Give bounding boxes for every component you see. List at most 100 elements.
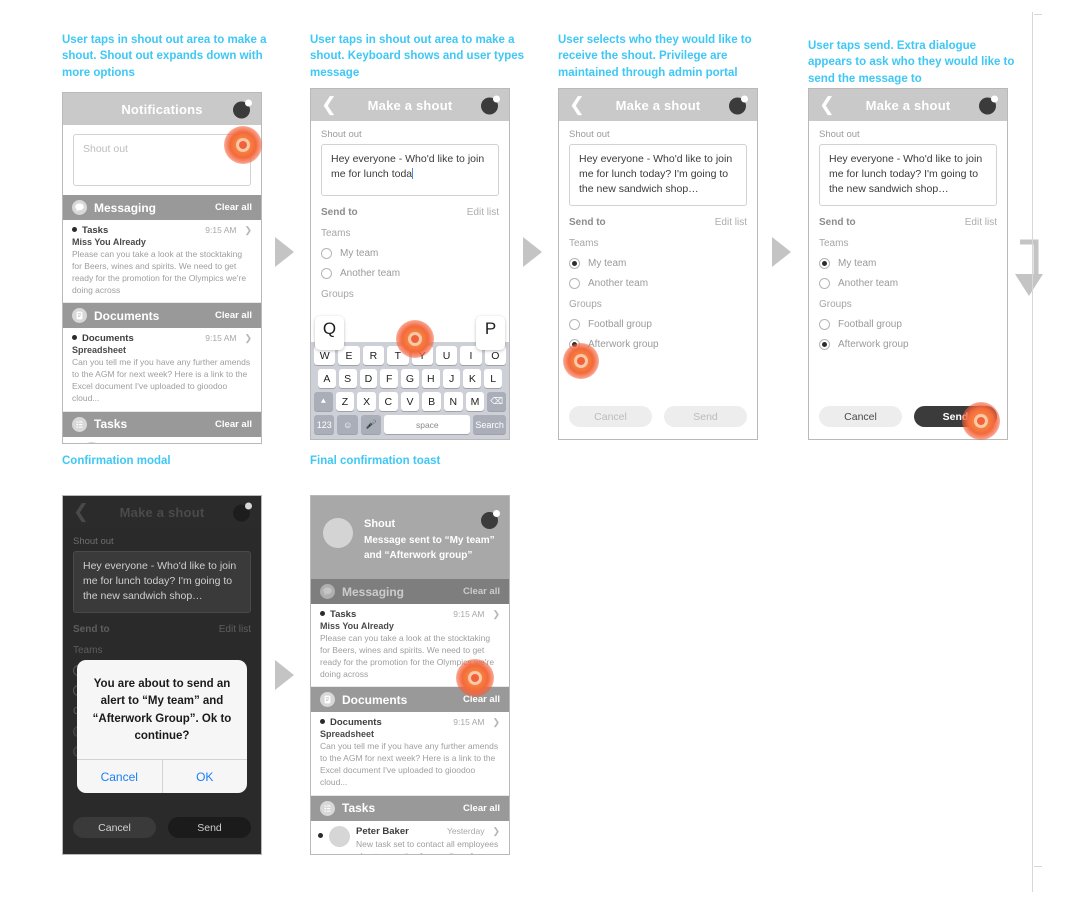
notification-row[interactable]: Documents 9:15 AM ❯ Spreadsheet Can you …	[63, 328, 261, 412]
modal-ok-button[interactable]: OK	[161, 760, 248, 793]
key-m[interactable]: M	[465, 392, 485, 411]
radio-another-team[interactable]: Another team	[321, 268, 499, 279]
shout-out-input[interactable]: Hey everyone - Who'd like to join me for…	[819, 144, 997, 206]
clear-all-button[interactable]: Clear all	[215, 202, 252, 213]
notification-row[interactable]: Tasks 9:15 AM ❯ Miss You Already Please …	[311, 604, 509, 688]
back-icon[interactable]: ❮	[569, 96, 585, 115]
clear-all-button[interactable]: Clear all	[215, 419, 252, 430]
shout-out-input[interactable]: Hey everyone - Who'd like to join me for…	[321, 144, 499, 196]
clear-all-button[interactable]: Clear all	[463, 803, 500, 814]
notification-time: 9:15 AM	[205, 225, 237, 235]
back-icon[interactable]: ❮	[321, 96, 337, 115]
back-icon[interactable]: ❮	[819, 96, 835, 115]
edit-list-button[interactable]: Edit list	[467, 207, 499, 218]
cancel-button[interactable]: Cancel	[569, 406, 652, 427]
key-a[interactable]: A	[317, 369, 336, 388]
key-g[interactable]: G	[401, 369, 419, 388]
back-icon[interactable]: ❮	[73, 503, 89, 522]
modal-cancel-button[interactable]: Cancel	[77, 760, 162, 793]
radio-my-team[interactable]: My team	[321, 248, 499, 259]
key-x[interactable]: X	[357, 392, 376, 411]
on-screen-keyboard[interactable]: Q P W E R T Y U I O A S D F G H J K L ⯅ …	[311, 316, 509, 439]
shout-out-input[interactable]: Hey everyone - Who'd like to join me for…	[569, 144, 747, 206]
notification-row[interactable]: Documents 9:15 AM ❯ Spreadsheet Can you …	[311, 712, 509, 796]
edit-list-button[interactable]: Edit list	[715, 217, 747, 228]
key-k[interactable]: K	[463, 369, 482, 388]
key-n[interactable]: N	[444, 392, 463, 411]
radio-afterwork-group[interactable]: Afterwork group	[819, 338, 997, 350]
radio-my-team[interactable]: My team	[569, 257, 747, 269]
avatar[interactable]	[481, 510, 500, 529]
notification-body: Can you tell me if you have any further …	[320, 741, 499, 788]
phone-screen-confirmation-modal: ❮ Make a shout Shout out Hey everyone - …	[62, 495, 262, 855]
clear-all-button[interactable]: Clear all	[215, 310, 252, 321]
radio-another-team[interactable]: Another team	[569, 277, 747, 289]
radio-icon	[321, 268, 332, 279]
cancel-button[interactable]: Cancel	[819, 406, 902, 427]
key-y[interactable]: Y	[411, 346, 433, 365]
key-r[interactable]: R	[362, 346, 385, 365]
key-s[interactable]: S	[338, 369, 357, 388]
notification-time: 9:15 AM	[453, 717, 485, 728]
avatar[interactable]	[729, 95, 748, 115]
numeric-key[interactable]: 123	[314, 415, 335, 434]
avatar[interactable]	[481, 95, 500, 115]
send-button[interactable]: Send	[914, 406, 997, 427]
avatar[interactable]	[233, 502, 252, 522]
key-popup-q[interactable]: Q	[315, 316, 344, 350]
send-button[interactable]: Send	[664, 406, 747, 427]
key-z[interactable]: Z	[335, 392, 355, 411]
key-d[interactable]: D	[359, 369, 378, 388]
key-b[interactable]: B	[422, 392, 442, 411]
shift-icon[interactable]: ⯅	[313, 392, 333, 411]
shout-out-input[interactable]: Hey everyone - Who'd like to join me for…	[73, 551, 251, 613]
key-v[interactable]: V	[400, 392, 420, 411]
notification-subtitle: Miss You Already	[320, 621, 394, 631]
list-icon	[72, 416, 87, 432]
notification-row[interactable]: Peter Baker Yesterday ❯ New task set to …	[63, 436, 261, 443]
key-u[interactable]: U	[435, 346, 458, 365]
chevron-right-icon: ❯	[492, 825, 500, 836]
radio-my-team[interactable]: My team	[819, 257, 997, 269]
notification-title: Tasks	[330, 609, 357, 620]
radio-football-group[interactable]: Football group	[569, 318, 747, 330]
space-key[interactable]: space	[384, 415, 471, 434]
radio-label: Another team	[588, 277, 649, 289]
flow-arrow	[523, 237, 542, 267]
clear-all-button[interactable]: Clear all	[463, 586, 500, 597]
key-l[interactable]: L	[484, 369, 503, 388]
radio-icon	[819, 277, 830, 289]
notification-time: 9:15 AM	[205, 333, 237, 344]
send-button[interactable]: Send	[168, 817, 251, 838]
mic-icon[interactable]: 🎤	[360, 415, 382, 434]
key-c[interactable]: C	[379, 392, 398, 411]
radio-label: Afterwork group	[588, 338, 659, 350]
emoji-icon[interactable]: ☺	[337, 415, 358, 434]
edit-list-button[interactable]: Edit list	[219, 624, 251, 635]
section-header-documents: Documents Clear all	[311, 687, 509, 713]
clear-all-button[interactable]: Clear all	[463, 694, 500, 705]
key-j[interactable]: J	[442, 369, 461, 388]
radio-afterwork-group[interactable]: Afterwork group	[569, 338, 747, 350]
avatar[interactable]	[979, 95, 998, 115]
backspace-icon[interactable]: ⌫	[487, 392, 507, 411]
key-t[interactable]: T	[387, 346, 409, 365]
caption-step-3: User selects who they would like to rece…	[558, 34, 752, 79]
avatar[interactable]	[233, 99, 252, 119]
radio-football-group[interactable]: Football group	[819, 318, 997, 330]
radio-icon	[819, 318, 830, 330]
radio-another-team[interactable]: Another team	[819, 277, 997, 289]
notification-row[interactable]: Peter Baker Yesterday ❯ New task set to …	[311, 820, 509, 854]
key-f[interactable]: F	[380, 369, 399, 388]
edit-list-button[interactable]: Edit list	[965, 217, 997, 228]
search-key[interactable]: Search	[473, 415, 506, 434]
notification-row[interactable]: Tasks 9:15 AM ❯ Miss You Already Please …	[63, 220, 261, 304]
key-h[interactable]: H	[421, 369, 440, 388]
notification-body: Please can you take a look at the stockt…	[72, 249, 247, 296]
section-name: Documents	[342, 692, 408, 707]
key-popup-p[interactable]: P	[476, 316, 505, 350]
send-to-label: Send to	[321, 207, 358, 218]
send-to-label: Send to	[73, 623, 110, 635]
cancel-button[interactable]: Cancel	[73, 817, 156, 838]
shout-out-input[interactable]: Shout out	[73, 134, 251, 186]
